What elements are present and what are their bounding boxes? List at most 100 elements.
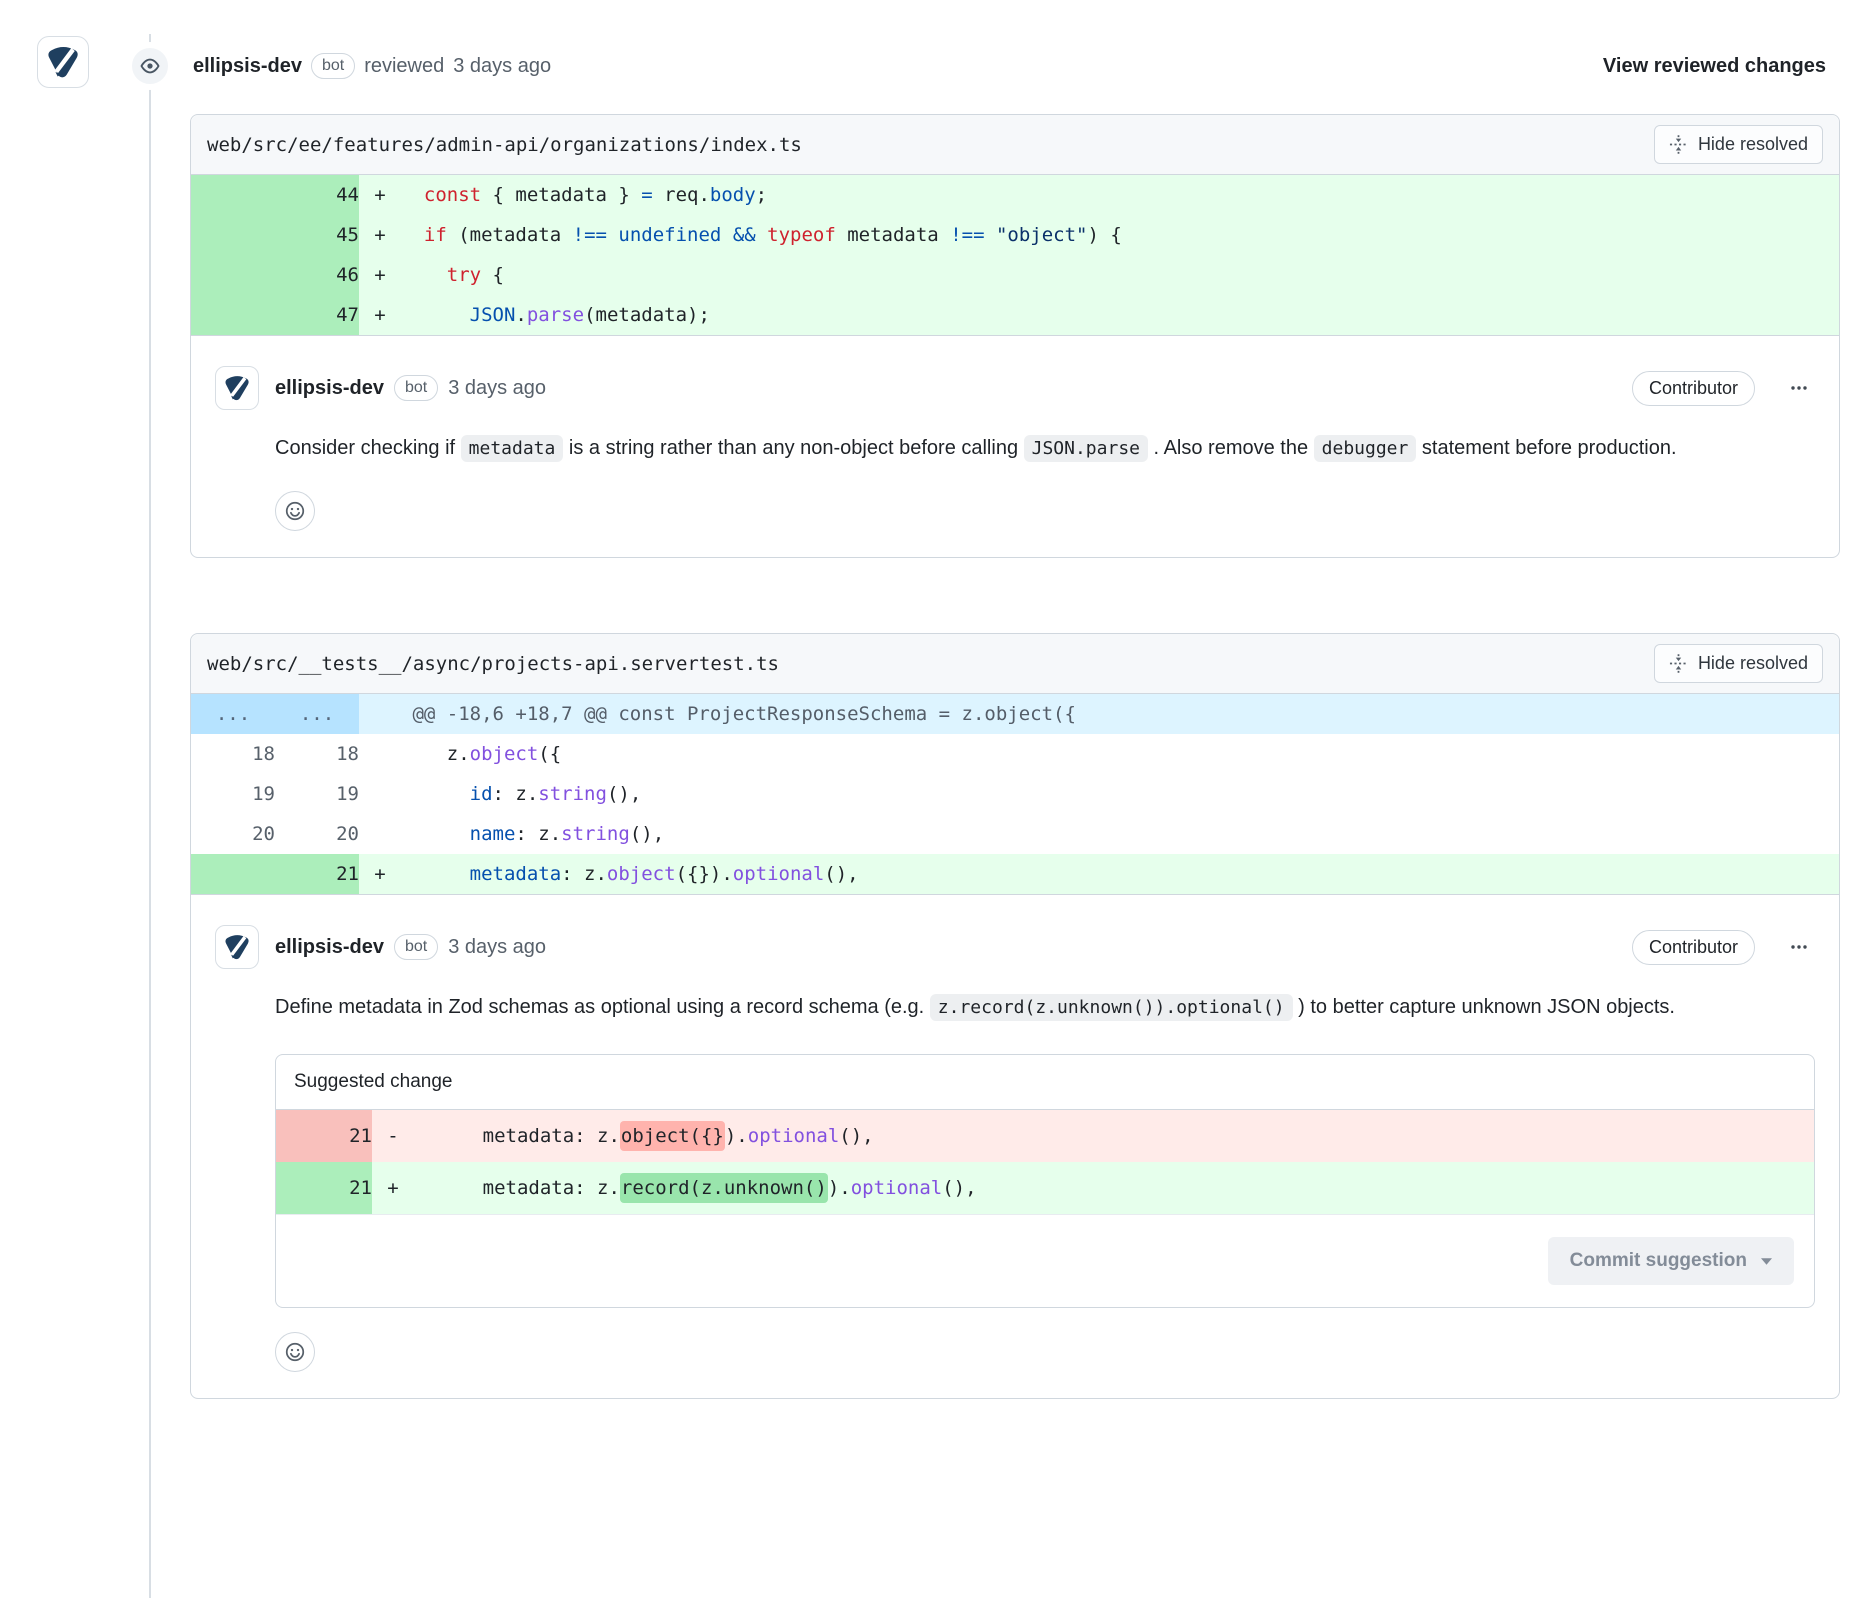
review-header-text: ellipsis-dev bot reviewed 3 days ago (193, 53, 551, 79)
code-token: optional (733, 863, 825, 885)
code-token: ). (725, 1125, 748, 1147)
review-action-text: reviewed (364, 55, 444, 78)
inline-code: JSON.parse (1024, 435, 1148, 462)
comment-author-link[interactable]: ellipsis-dev (275, 936, 384, 959)
diff-row-add: 46+ try { (191, 255, 1839, 295)
code-line: id: z.string(), (401, 774, 1839, 814)
comment-text: ) to better capture unknown JSON objects… (1293, 996, 1675, 1018)
code-token: metadata (836, 224, 950, 246)
code-token: object({} (620, 1121, 725, 1151)
file-path-link-1[interactable]: web/src/ee/features/admin-api/organizati… (207, 134, 802, 156)
diff-row-add: 45+ if (metadata !== undefined && typeof… (191, 215, 1839, 255)
hide-resolved-button-1[interactable]: Hide resolved (1654, 125, 1823, 164)
line-number: 18 (275, 734, 359, 774)
suggestion-diff-table: 21- metadata: z.object({}).optional(),21… (276, 1110, 1814, 1214)
code-token: metadata (470, 863, 562, 885)
code-token: : z. (515, 823, 561, 845)
add-reaction-button[interactable] (275, 1332, 315, 1372)
code-token: record(z.unknown() (620, 1173, 828, 1203)
ellipsis-logo-icon (222, 932, 252, 962)
code-token: (metadata); (584, 304, 710, 326)
code-token: !== (950, 224, 984, 246)
code-token: && (733, 224, 756, 246)
diff-sign: - (372, 1110, 414, 1162)
hide-resolved-button-2[interactable]: Hide resolved (1654, 644, 1823, 683)
diff-row-hunk: ...... @@ -18,6 +18,7 @@ const ProjectRe… (191, 694, 1839, 734)
code-token (401, 863, 470, 885)
code-token: ; (756, 184, 767, 206)
code-token: parse (527, 304, 584, 326)
code-line: z.object({ (401, 734, 1839, 774)
review-thread-card-1: web/src/ee/features/admin-api/organizati… (190, 114, 1840, 558)
comment-text: statement before production. (1416, 437, 1676, 459)
bot-badge: bot (394, 934, 438, 960)
code-line: @@ -18,6 +18,7 @@ const ProjectResponseS… (401, 694, 1839, 734)
review-author-link[interactable]: ellipsis-dev (193, 55, 302, 78)
line-number: 19 (275, 774, 359, 814)
caret-down-icon (1761, 1258, 1772, 1265)
comment-options-button[interactable] (1783, 376, 1815, 400)
bot-badge: bot (394, 375, 438, 401)
fold-icon (1669, 135, 1688, 154)
comment-text: Define metadata in Zod schemas as option… (275, 996, 930, 1018)
ellipsis-logo-icon (44, 43, 82, 81)
file-path-link-2[interactable]: web/src/__tests__/async/projects-api.ser… (207, 653, 779, 675)
diff-row-add: 21+ metadata: z.record(z.unknown()).opti… (276, 1162, 1814, 1214)
file-header-1: web/src/ee/features/admin-api/organizati… (191, 115, 1839, 175)
code-token: "object" (996, 224, 1088, 246)
code-token: if (424, 224, 447, 246)
contributor-badge: Contributor (1632, 930, 1755, 965)
eye-icon (140, 56, 160, 76)
code-line: JSON.parse(metadata); (401, 295, 1839, 335)
code-token: . (515, 304, 526, 326)
code-token: @@ -18,6 +18,7 @@ const ProjectResponseS… (401, 703, 1076, 725)
ellipsis-bot-avatar[interactable] (37, 36, 89, 88)
code-token: const (424, 184, 481, 206)
kebab-icon (1787, 939, 1811, 955)
code-token (401, 783, 470, 805)
review-thread-card-2: web/src/__tests__/async/projects-api.ser… (190, 633, 1840, 1399)
code-token: metadata: z. (414, 1177, 620, 1199)
review-timestamp[interactable]: 3 days ago (453, 55, 551, 78)
line-number: ... (275, 694, 359, 734)
comment-options-button[interactable] (1783, 935, 1815, 959)
code-token (985, 224, 996, 246)
code-token: ). (828, 1177, 851, 1199)
comment-author-link[interactable]: ellipsis-dev (275, 377, 384, 400)
comment-timestamp[interactable]: 3 days ago (448, 377, 546, 400)
line-number: 21 (275, 854, 359, 894)
code-token: object (470, 743, 539, 765)
bot-badge: bot (311, 53, 355, 79)
code-token: optional (748, 1125, 840, 1147)
code-token: body (710, 184, 756, 206)
code-token: : z. (493, 783, 539, 805)
inline-code: debugger (1314, 435, 1417, 462)
commit-suggestion-label: Commit suggestion (1570, 1250, 1747, 1272)
comment-body-1: Consider checking if metadata is a strin… (275, 430, 1815, 467)
diff-sign (359, 774, 401, 814)
diff-table-1: 44+ const { metadata } = req.body;45+ if… (191, 175, 1839, 335)
view-reviewed-changes-link[interactable]: View reviewed changes (1603, 55, 1826, 78)
code-token: object (607, 863, 676, 885)
add-reaction-button[interactable] (275, 491, 315, 531)
code-token: req. (653, 184, 710, 206)
comment-head-actions: Contributor (1632, 930, 1815, 965)
line-number: 46 (275, 255, 359, 295)
review-timeline-line (149, 34, 151, 1598)
ellipsis-bot-avatar[interactable] (215, 366, 259, 410)
line-number: 21 (276, 1162, 372, 1214)
line-number: 45 (275, 215, 359, 255)
line-number (191, 215, 275, 255)
diff-row-ctx: 1919 id: z.string(), (191, 774, 1839, 814)
diff-row-ctx: 1818 z.object({ (191, 734, 1839, 774)
hide-resolved-label: Hide resolved (1698, 653, 1808, 674)
code-token: name (470, 823, 516, 845)
diff-sign: + (359, 854, 401, 894)
code-token: (metadata (447, 224, 573, 246)
commit-suggestion-button[interactable]: Commit suggestion (1548, 1237, 1794, 1285)
ellipsis-bot-avatar[interactable] (215, 925, 259, 969)
inline-code: metadata (461, 435, 564, 462)
suggested-change-block: Suggested change 21- metadata: z.object(… (275, 1054, 1815, 1308)
smiley-icon (285, 1342, 305, 1362)
comment-timestamp[interactable]: 3 days ago (448, 936, 546, 959)
